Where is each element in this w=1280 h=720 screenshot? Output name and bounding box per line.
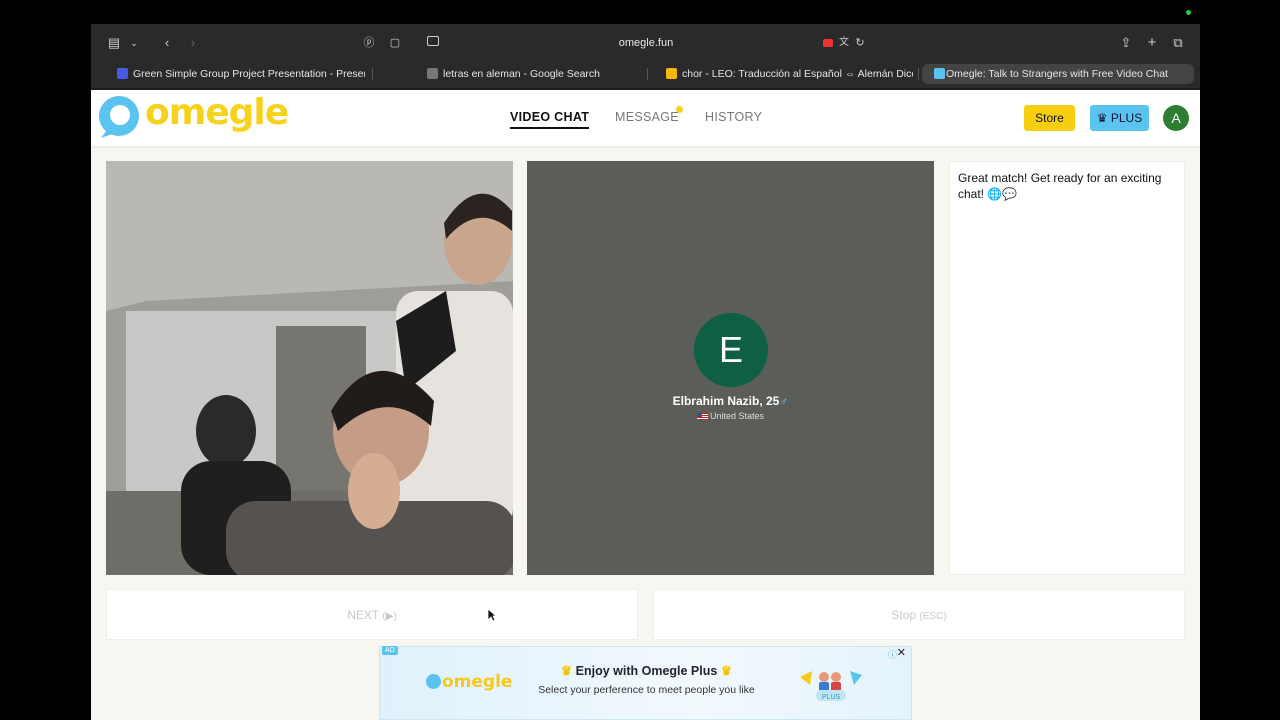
crown-icon: ♛ bbox=[717, 664, 733, 678]
close-icon[interactable]: ✕ bbox=[897, 646, 906, 659]
self-video-feed bbox=[106, 161, 513, 575]
crown-icon: ♛ bbox=[560, 664, 576, 678]
address-bar[interactable]: omegle.fun bbox=[421, 32, 871, 54]
back-icon[interactable]: ‹ bbox=[158, 34, 176, 52]
browser-toolbar: ▤ ⌄ ‹ › ⓟ ▢ omegle.fun 文 ↻ ⇪ + ⧉ bbox=[91, 24, 1200, 62]
site-header: omegle VIDEO CHAT MESSAGE HISTORY Store … bbox=[91, 90, 1200, 146]
tab-bar: Green Simple Group Project Presentation … bbox=[91, 62, 1200, 88]
nav-message[interactable]: MESSAGE bbox=[615, 110, 679, 124]
gender-icon: ♂ bbox=[779, 394, 789, 408]
omegle-bubble-icon bbox=[99, 96, 139, 138]
tab-presentation[interactable]: Green Simple Group Project Presentation … bbox=[117, 64, 365, 84]
pinterest-icon[interactable]: ⓟ bbox=[360, 34, 378, 52]
google-favicon-icon bbox=[427, 68, 438, 79]
canva-favicon-icon bbox=[117, 68, 128, 79]
camera-indicator-icon bbox=[1186, 10, 1191, 15]
reader-icon[interactable]: ▢ bbox=[386, 34, 404, 52]
share-icon[interactable]: ⇪ bbox=[1117, 34, 1135, 52]
crown-icon: ♛ bbox=[1096, 111, 1111, 125]
plus-ad-banner[interactable]: AD ⓘ ✕ omegle ♛ Enjoy with Omegle Plus ♛… bbox=[379, 646, 912, 720]
ad-plus-badge: PLUS bbox=[822, 694, 841, 701]
chat-system-message: Great match! Get ready for an exciting c… bbox=[958, 171, 1162, 201]
camera-recording-icon[interactable] bbox=[823, 39, 833, 47]
mouse-cursor-icon bbox=[487, 608, 497, 622]
next-button[interactable]: NEXT (▶) bbox=[106, 589, 638, 640]
camera-frame bbox=[106, 161, 513, 575]
tab-google-search[interactable]: letras en aleman - Google Search bbox=[427, 64, 627, 84]
message-notification-dot bbox=[676, 106, 683, 113]
account-avatar[interactable]: A bbox=[1163, 105, 1189, 131]
tab-overview-icon[interactable]: ⧉ bbox=[1169, 34, 1187, 52]
peer-avatar: E bbox=[694, 313, 768, 387]
chat-panel: Great match! Get ready for an exciting c… bbox=[949, 161, 1185, 575]
peer-video-panel: E Elbrahim Nazib, 25♂ United States bbox=[527, 161, 934, 575]
peer-name: Elbrahim Nazib, 25♂ bbox=[672, 394, 789, 408]
reload-icon[interactable]: ↻ bbox=[851, 34, 869, 52]
us-flag-icon bbox=[696, 413, 708, 420]
omegle-logo[interactable]: omegle bbox=[97, 92, 289, 140]
leo-favicon-icon bbox=[666, 68, 677, 79]
tab-leo-dictionary[interactable]: chor - LEO: Traducción al Español ⇔ Alem… bbox=[666, 64, 913, 84]
stop-button[interactable]: Stop (ESC) bbox=[653, 589, 1185, 640]
ad-tag: AD bbox=[382, 646, 398, 655]
chevron-down-icon[interactable]: ⌄ bbox=[125, 34, 143, 52]
nav-video-chat[interactable]: VIDEO CHAT bbox=[510, 110, 590, 129]
browser-window: ▤ ⌄ ‹ › ⓟ ▢ omegle.fun 文 ↻ ⇪ + ⧉ Green S… bbox=[91, 24, 1200, 720]
omegle-favicon-icon bbox=[934, 68, 945, 79]
plus-button[interactable]: ♛ PLUS bbox=[1090, 105, 1149, 131]
sidebar-toggle-icon[interactable]: ▤ bbox=[105, 34, 123, 52]
nav-history[interactable]: HISTORY bbox=[705, 110, 762, 124]
ad-info-icon[interactable]: ⓘ bbox=[888, 648, 897, 661]
plus-mascot-icon: PLUS bbox=[800, 671, 862, 701]
store-button[interactable]: Store bbox=[1024, 105, 1075, 131]
new-tab-icon[interactable]: + bbox=[1143, 34, 1161, 52]
omegle-page: omegle VIDEO CHAT MESSAGE HISTORY Store … bbox=[91, 90, 1200, 720]
peer-country: United States bbox=[527, 411, 934, 421]
tab-omegle[interactable]: Omegle: Talk to Strangers with Free Vide… bbox=[922, 64, 1194, 84]
forward-icon[interactable]: › bbox=[184, 34, 202, 52]
